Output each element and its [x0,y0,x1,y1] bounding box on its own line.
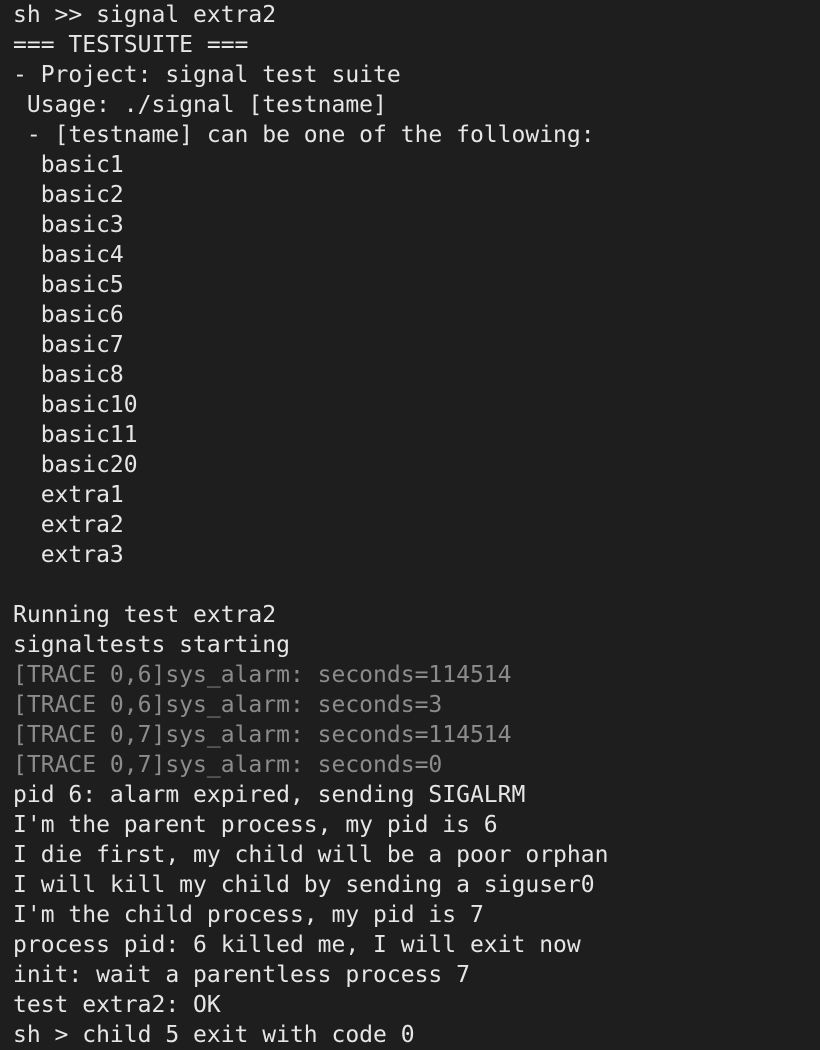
output-line: I'm the child process, my pid is 7 [13,902,484,928]
output-line: extra1 [13,482,124,508]
output-line: Usage: ./signal [testname] [13,92,387,118]
output-line: basic11 [13,422,138,448]
output-line: I die first, my child will be a poor orp… [13,842,609,868]
terminal-output[interactable]: sh >> signal extra2 === TESTSUITE === - Pr… [0,0,820,1050]
output-line: basic7 [13,332,124,358]
output-line: basic1 [13,152,124,178]
trace-line: [TRACE 0,6]sys_alarm: seconds=3 [13,692,443,718]
output-line: basic20 [13,452,138,478]
output-line: basic5 [13,272,124,298]
output-line: extra2 [13,512,124,538]
trace-line: [TRACE 0,7]sys_alarm: seconds=114514 [13,722,512,748]
output-line: init: wait a parentless process 7 [13,962,470,988]
output-line: sh > child 5 exit with code 0 [13,1022,415,1048]
trace-line: [TRACE 0,6]sys_alarm: seconds=114514 [13,662,512,688]
output-line: pid 6: alarm expired, sending SIGALRM [13,782,526,808]
trace-line: [TRACE 0,7]sys_alarm: seconds=0 [13,752,443,778]
output-line: I'm the parent process, my pid is 6 [13,812,498,838]
output-line: I will kill my child by sending a siguse… [13,872,595,898]
output-line: process pid: 6 killed me, I will exit no… [13,932,581,958]
output-line: === TESTSUITE === [13,32,249,58]
output-line: Running test extra2 [13,602,277,628]
output-line: extra3 [13,542,124,568]
output-line: signaltests starting [13,632,290,658]
output-line: - [testname] can be one of the following… [13,122,595,148]
output-line: basic3 [13,212,124,238]
output-line: basic2 [13,182,124,208]
output-line: test extra2: OK [13,992,221,1018]
output-line: basic8 [13,362,124,388]
output-line: basic6 [13,302,124,328]
output-line: sh >> signal extra2 [13,2,277,28]
output-line: basic10 [13,392,138,418]
output-line: - Project: signal test suite [13,62,401,88]
output-line: basic4 [13,242,124,268]
